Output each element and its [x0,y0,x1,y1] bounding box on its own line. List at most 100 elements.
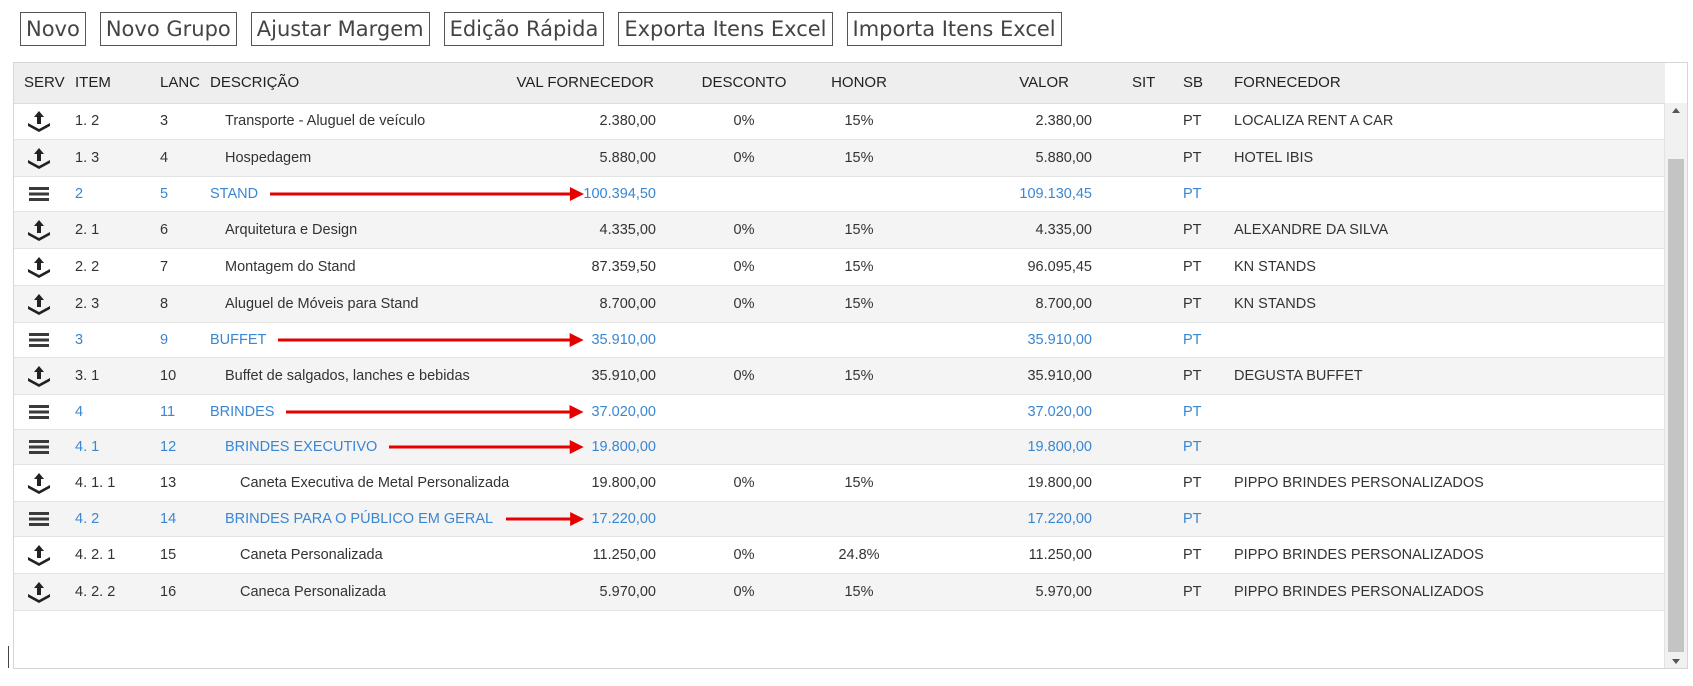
header-sb[interactable]: SB [1183,63,1203,103]
cell-honor: 15% [844,296,874,312]
cell-sb: PT [1183,296,1202,312]
group-row[interactable]: 4 11 BRINDES 37.020,00 37.020,00 PT [14,395,1665,430]
cell-sb: PT [1183,113,1202,129]
cell-desc: Montagem do Stand [225,259,356,275]
cell-valor: 8.700,00 [1035,296,1092,312]
cell-desconto: 0% [733,475,755,491]
header-sit[interactable]: SIT [1132,63,1155,103]
grid-header: SERV ITEM LANC DESCRIÇÃO VAL FORNECEDOR … [14,63,1665,104]
cell-desc: BRINDES EXECUTIVO [225,439,378,455]
cell-val-fornecedor: 5.970,00 [599,584,656,600]
cell-desconto: 0% [733,368,755,384]
new-button[interactable]: Novo [20,12,86,46]
export-excel-button[interactable]: Exporta Itens Excel [618,12,833,46]
group-bars-icon[interactable] [24,502,54,536]
cell-item: 4. 1 [75,439,100,455]
annotation-arrow [270,187,584,201]
table-row[interactable]: 1. 3 4 Hospedagem 5.880,00 0% 15% 5.880,00 PT HO… [14,140,1665,177]
upload-tray-icon[interactable] [24,212,54,248]
group-row[interactable]: 4. 1 12 BRINDES EXECUTIVO 19.800,00 19.800,0… [14,430,1665,465]
cell-lanc: 4 [160,150,169,166]
cell-fornecedor: KN STANDS [1234,259,1316,275]
group-bars-icon[interactable] [24,395,54,429]
cell-item: 1. 2 [75,113,100,129]
table-row[interactable]: 2. 3 8 Aluguel de Móveis para Stand 8.700,0… [14,286,1665,323]
table-row[interactable]: 3. 1 10 Buffet de salgados, lanches e bebi… [14,358,1665,395]
table-row[interactable]: 2. 2 7 Montagem do Stand 87.359,50 0% 15% 96.0… [14,249,1665,286]
cell-item: 3. 1 [75,368,100,384]
scroll-up-arrow-icon[interactable] [1665,103,1687,117]
cell-sb: PT [1183,222,1202,238]
cell-lanc: 13 [160,475,177,491]
cell-sb: PT [1183,511,1202,527]
table-row[interactable]: 4. 2. 1 15 Caneta Personalizada 11.250,00 0%… [14,537,1665,574]
header-item[interactable]: ITEM [75,63,111,103]
table-row[interactable]: 1. 2 3 Transporte - Aluguel de veículo 2.38… [14,103,1665,140]
table-row[interactable]: 4. 1. 1 13 Caneta Executiva de Metal Perso… [14,465,1665,502]
header-honor[interactable]: HONOR [814,63,904,103]
cell-valor: 17.220,00 [1027,511,1092,527]
cell-lanc: 10 [160,368,177,384]
cell-sb: PT [1183,150,1202,166]
new-group-button[interactable]: Novo Grupo [99,12,237,46]
group-bars-icon[interactable] [24,323,54,357]
cell-valor: 109.130,45 [1019,186,1092,202]
cell-fornecedor: LOCALIZA RENT A CAR [1234,113,1394,129]
upload-tray-icon[interactable] [24,465,54,501]
header-lanc[interactable]: LANC [160,63,200,103]
upload-tray-icon[interactable] [24,103,54,139]
upload-tray-icon[interactable] [24,537,54,573]
group-row[interactable]: 2 5 STAND 100.394,50 109.130,45 PT [14,177,1665,212]
header-descricao[interactable]: DESCRIÇÃO [210,63,299,103]
table-row[interactable]: 2. 1 6 Arquitetura e Design 4.335,00 0% 15% 4.… [14,212,1665,249]
cell-valor: 96.095,45 [1027,259,1092,275]
cell-valor: 19.800,00 [1027,439,1092,455]
cell-fornecedor: PIPPO BRINDES PERSONALIZADOS [1234,547,1484,563]
header-serv[interactable]: SERV [24,63,65,103]
vertical-scrollbar[interactable] [1664,103,1687,668]
upload-tray-icon[interactable] [24,249,54,285]
header-valor[interactable]: VALOR [954,63,1069,103]
upload-tray-icon[interactable] [24,286,54,322]
group-row[interactable]: 3 9 BUFFET 35.910,00 35.910,00 PT [14,323,1665,358]
cell-honor: 15% [844,584,874,600]
cell-honor: 15% [844,113,874,129]
cell-sb: PT [1183,584,1202,600]
cell-valor: 5.970,00 [1035,584,1092,600]
group-bars-icon[interactable] [24,430,54,464]
cell-sb: PT [1183,475,1202,491]
cell-val-fornecedor: 19.800,00 [591,475,656,491]
cell-valor: 4.335,00 [1035,222,1092,238]
cell-item: 4. 2. 1 [75,547,116,563]
cell-desc: Buffet de salgados, lanches e bebidas [225,368,470,384]
header-val-fornecedor[interactable]: VAL FORNECEDOR [484,63,654,103]
cell-desconto: 0% [733,584,755,600]
group-row[interactable]: 4. 2 14 BRINDES PARA O PÚBLICO EM GERAL 17.… [14,502,1665,537]
cell-fornecedor: ALEXANDRE DA SILVA [1234,222,1389,238]
import-excel-button[interactable]: Importa Itens Excel [846,12,1062,46]
cell-desc: BUFFET [210,332,267,348]
scroll-down-arrow-icon[interactable] [1665,654,1687,668]
quick-edit-button[interactable]: Edição Rápida [443,12,605,46]
cell-desconto: 0% [733,547,755,563]
text-cursor [8,646,9,668]
cell-valor: 11.250,00 [1028,547,1092,563]
upload-tray-icon[interactable] [24,574,54,610]
cell-desconto: 0% [733,259,755,275]
cell-item: 2. 3 [75,296,100,312]
cell-desconto: 0% [733,150,755,166]
upload-tray-icon[interactable] [24,140,54,176]
upload-tray-icon[interactable] [24,358,54,394]
scrollbar-thumb[interactable] [1668,159,1684,652]
cell-honor: 15% [844,259,874,275]
cell-honor: 15% [844,475,874,491]
cell-val-fornecedor: 11.250,00 [592,547,656,563]
cell-item: 2. 2 [75,259,100,275]
cell-item: 4. 1. 1 [75,475,116,491]
header-fornecedor[interactable]: FORNECEDOR [1234,63,1341,103]
header-desconto[interactable]: DESCONTO [684,63,804,103]
adjust-margin-button[interactable]: Ajustar Margem [250,12,430,46]
group-bars-icon[interactable] [24,177,54,211]
annotation-arrow [505,512,584,526]
table-row[interactable]: 4. 2. 2 16 Caneca Personalizada 5.970,00 0% 1… [14,574,1665,611]
